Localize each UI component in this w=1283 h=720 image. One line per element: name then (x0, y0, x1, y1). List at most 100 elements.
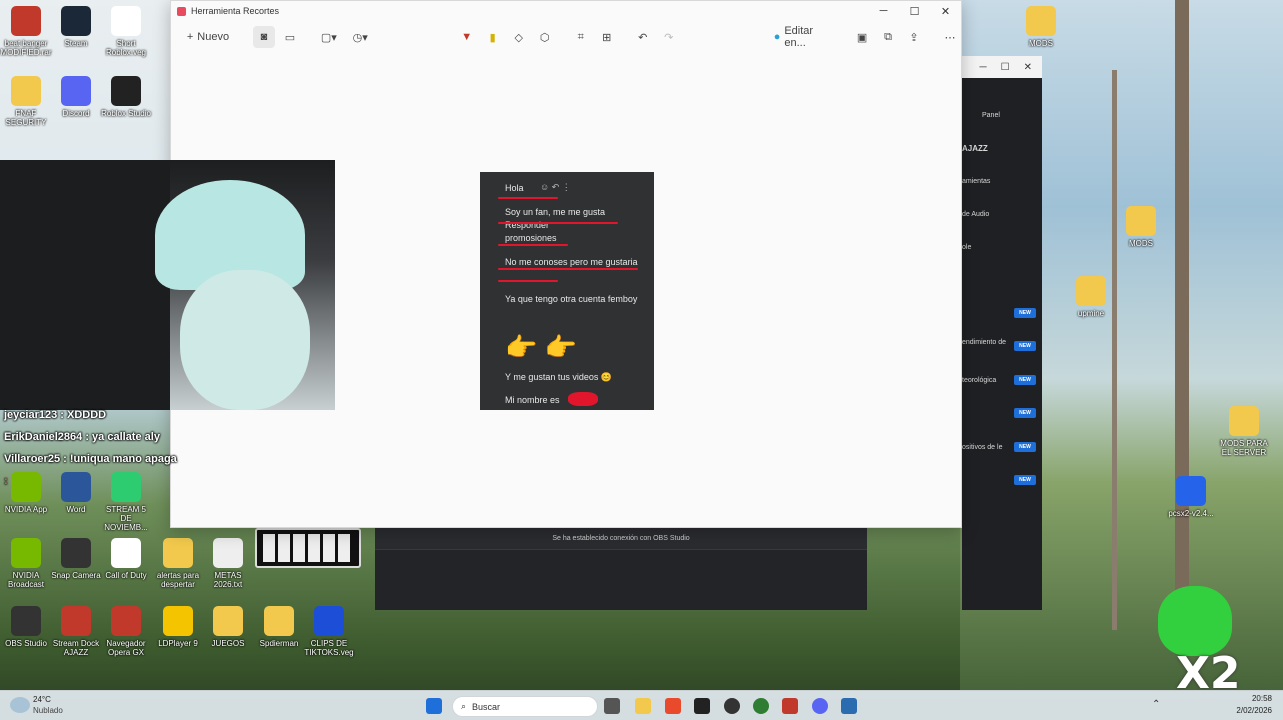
desktop-icon-label: MODS (1029, 39, 1053, 48)
panel-tab[interactable]: Panel (982, 112, 1000, 119)
desktop-icon[interactable]: MODS PARA EL SERVER (1218, 406, 1270, 457)
maximize-icon[interactable]: ☐ (1001, 62, 1010, 73)
panel-item-6[interactable]: ositivos de le (962, 444, 1002, 451)
undo-icon[interactable]: ↶ (632, 26, 654, 48)
copy-icon[interactable]: ⧉ (877, 26, 899, 48)
app-icon (61, 76, 91, 106)
close-icon[interactable]: ✕ (930, 5, 961, 18)
screenshot-mode-icon[interactable]: ◙ (252, 26, 275, 48)
desktop-icon[interactable]: FNAF SEGURITY (0, 76, 52, 127)
eraser-icon[interactable]: ◇ (508, 26, 530, 48)
desktop-icon[interactable]: Navegador Opera GX (100, 606, 152, 657)
new-badge: NEW (1014, 375, 1036, 385)
right-app-panel[interactable]: ─ ☐ ✕ Panel AJAZZ amientas de Audio ole … (962, 56, 1042, 610)
more-icon[interactable]: ⋯ (939, 26, 961, 48)
desktop-icon[interactable]: Snap Camera (50, 538, 102, 580)
desktop-icon[interactable]: LDPlayer 9 (152, 606, 204, 648)
discord-icon[interactable] (812, 698, 828, 714)
crop-icon[interactable]: ⌗ (570, 26, 592, 48)
desktop-icon[interactable]: beat banger MODIFIED.rar (0, 6, 52, 57)
stream-chat-line: : (4, 475, 8, 487)
app-icon (111, 76, 141, 106)
panel-item-5[interactable]: teorológica (962, 377, 996, 384)
captured-chat-image: Hola ☺ ↶ ⋮ Soy un fan, me me gusta Respo… (480, 172, 654, 410)
app-icon (1229, 406, 1259, 436)
timer-icon[interactable]: ◷▾ (349, 26, 372, 48)
desktop-icon[interactable]: METAS 2026.txt (202, 538, 254, 589)
red-underline (498, 280, 558, 282)
weather-temp[interactable]: 24°C (33, 695, 51, 704)
panel-item-2[interactable]: de Audio (962, 211, 989, 218)
search-box[interactable]: ⌕ Buscar (452, 696, 598, 717)
start-icon[interactable] (426, 698, 442, 714)
minimize-icon[interactable]: ─ (868, 5, 899, 18)
panel-item-0[interactable]: AJAZZ (962, 144, 988, 153)
redo-icon[interactable]: ↷ (658, 26, 680, 48)
webcam-person (180, 270, 310, 410)
snipping-tool-icon[interactable] (841, 698, 857, 714)
desktop-icon[interactable]: Short Roblox.veg (100, 6, 152, 57)
close-icon[interactable]: ✕ (1024, 62, 1032, 73)
streamdock-icon[interactable] (782, 698, 798, 714)
file-explorer-icon[interactable] (635, 698, 651, 714)
video-mode-icon[interactable]: ▭ (279, 26, 301, 48)
new-button[interactable]: + Nuevo (183, 26, 233, 48)
stream-chat-line: jeyciar123 : XDDDD (4, 409, 107, 421)
highlighter-icon[interactable]: ▮ (482, 26, 504, 48)
app-icon (61, 6, 91, 36)
desktop-icon[interactable]: Spdierman (253, 606, 305, 648)
weather-icon[interactable] (10, 697, 30, 713)
desktop-icon[interactable]: MODS (1015, 6, 1067, 48)
task-view-icon[interactable] (604, 698, 620, 714)
desktop-icon[interactable]: STREAM 5 DE NOVIEMB... (100, 472, 152, 532)
desktop-icon[interactable]: CLIPS DE TIKTOKS.veg (303, 606, 355, 657)
keyboard-keys-icon (263, 534, 353, 562)
desktop-icon[interactable]: Discord (50, 76, 102, 118)
desktop-icon-label: Discord (62, 109, 90, 118)
app-icon (11, 6, 41, 36)
panel-item-1[interactable]: amientas (962, 178, 990, 185)
desktop-icon[interactable]: Steam (50, 6, 102, 48)
desktop-icon-label: CLIPS DE TIKTOKS.veg (304, 639, 354, 657)
chevron-up-icon[interactable]: ⌃ (1152, 699, 1160, 710)
minimize-icon[interactable]: ─ (980, 62, 987, 73)
red-underline (498, 268, 638, 270)
clock-date[interactable]: 2/02/2026 (1226, 706, 1272, 715)
utility-pole-small (1112, 70, 1117, 630)
desktop-icon[interactable]: Word (50, 472, 102, 514)
panel-item-3[interactable]: ole (962, 244, 971, 251)
app-icon (1026, 6, 1056, 36)
shapes-icon[interactable]: ⬡ (534, 26, 556, 48)
desktop-icon-label: alertas para despertar (156, 571, 200, 589)
app-icon (213, 538, 243, 568)
snip-shape-icon[interactable]: ▢▾ (317, 26, 341, 48)
xbox-icon[interactable] (753, 698, 769, 714)
clock-time[interactable]: 20:58 (1230, 694, 1272, 703)
desktop-icon[interactable]: Roblox Studio (100, 76, 152, 118)
new-badge: NEW (1014, 442, 1036, 452)
search-placeholder: Buscar (472, 701, 501, 712)
share-icon[interactable]: ⇪ (903, 26, 925, 48)
panel-item-4[interactable]: endimiento de (962, 339, 1006, 346)
obs-icon[interactable] (724, 698, 740, 714)
desktop-icon[interactable]: Stream Dock AJAZZ (50, 606, 102, 657)
desktop-icon[interactable]: OBS Studio (0, 606, 52, 648)
weather-desc[interactable]: Nublado (33, 706, 63, 715)
desktop-icon[interactable]: pcsx2-v2.4... (1165, 476, 1217, 518)
save-icon[interactable]: ▣ (851, 26, 873, 48)
desktop-icon[interactable]: alertas para despertar (152, 538, 204, 589)
desktop-icon[interactable]: JUEGOS (202, 606, 254, 648)
desktop-icon[interactable]: MODS (1115, 206, 1167, 248)
obs-window[interactable]: Se ha establecido conexión con OBS Studi… (375, 528, 867, 610)
capcut-icon[interactable] (694, 698, 710, 714)
desktop-icon-label: JUEGOS (211, 639, 245, 648)
text-actions-icon[interactable]: ⊞ (596, 26, 618, 48)
brave-icon[interactable] (665, 698, 681, 714)
pen-icon[interactable]: ▼ (456, 26, 478, 48)
desktop-icon[interactable]: upmine (1065, 276, 1117, 318)
app-icon (1126, 206, 1156, 236)
edit-in-button[interactable]: ● Editar en... (770, 25, 841, 49)
maximize-icon[interactable]: ☐ (899, 5, 930, 18)
desktop-icon[interactable]: Call of Duty (100, 538, 152, 580)
desktop-icon[interactable]: NVIDIA Broadcast (0, 538, 52, 589)
